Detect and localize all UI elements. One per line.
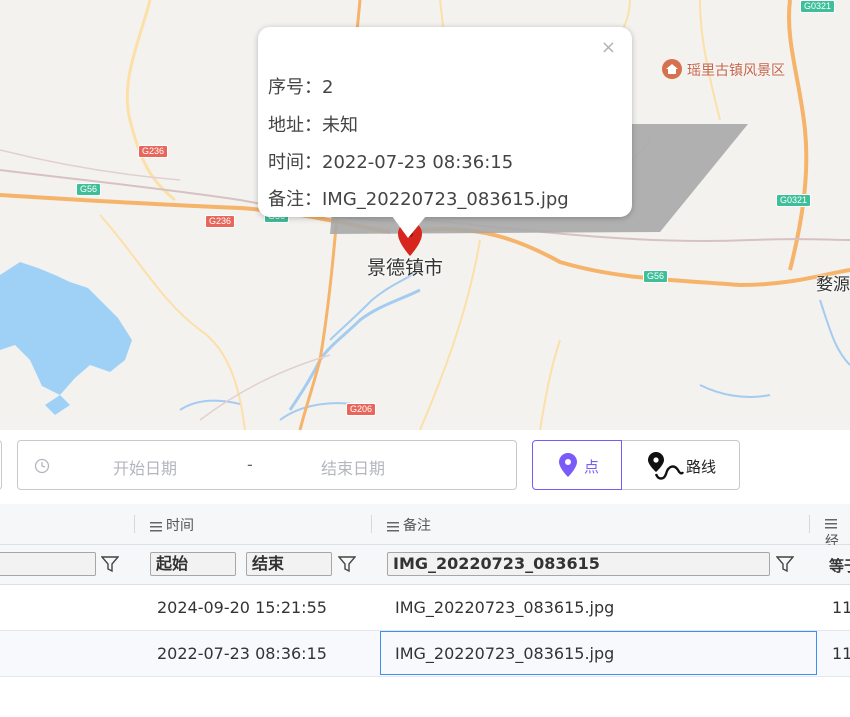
cell-time[interactable]: 2024-09-20 15:21:55	[157, 598, 327, 617]
column-divider[interactable]	[134, 515, 135, 533]
filter-row: 起始 结束 IMG_20220723_083615 等于	[0, 545, 850, 585]
left-filter-stub[interactable]	[0, 440, 2, 490]
toolbar: 开始日期 - 结束日期 点 路线	[0, 430, 850, 504]
poi-label[interactable]: 瑶里古镇风景区	[687, 60, 785, 80]
popup-remark: 备注：IMG_20220723_083615.jpg	[268, 189, 569, 210]
date-separator: -	[247, 455, 253, 474]
column-divider[interactable]	[809, 515, 810, 533]
map-view[interactable]: G236 G236 G56 G56 G56 G206 G0321 G0321 瑶…	[0, 0, 850, 430]
menu-icon[interactable]	[387, 521, 399, 532]
mode-route-label: 路线	[686, 458, 717, 476]
menu-icon[interactable]	[150, 521, 162, 532]
next-column-filter[interactable]: 等于	[829, 555, 850, 576]
column-header-remark[interactable]: 备注	[387, 515, 431, 535]
road-shield-g236: G236	[138, 145, 169, 158]
table-row-selected[interactable]: 2022-07-23 08:36:15 IMG_20220723_083615.…	[0, 631, 850, 677]
time-end-filter[interactable]: 结束	[246, 552, 332, 576]
info-popup: × 序号：2 地址：未知 时间：2022-07-23 08:36:15 备注：I…	[258, 27, 632, 217]
road-shield-g56: G56	[76, 183, 102, 196]
road-shield-g0321: G0321	[776, 194, 812, 207]
road-shield-g56: G56	[643, 270, 669, 283]
mode-route-button[interactable]: 路线	[621, 440, 740, 490]
table-row[interactable]: 2024-09-20 15:21:55 IMG_20220723_083615.…	[0, 585, 850, 631]
remark-filter[interactable]: IMG_20220723_083615	[387, 552, 770, 576]
cell-time[interactable]: 2022-07-23 08:36:15	[157, 644, 327, 663]
popup-index: 序号：2	[268, 77, 334, 98]
end-date-input[interactable]: 结束日期	[321, 455, 385, 479]
town-label: 婺源	[816, 275, 850, 295]
filter-icon[interactable]	[338, 555, 356, 573]
grid-header: 时间 备注 经	[0, 504, 850, 550]
close-icon[interactable]: ×	[601, 37, 616, 58]
scenic-spot-icon[interactable]	[662, 59, 682, 79]
mode-point-label: 点	[584, 458, 600, 476]
road-shield-g206: G206	[346, 403, 377, 416]
filter-input[interactable]	[0, 552, 96, 576]
time-start-filter[interactable]: 起始	[150, 552, 236, 576]
cell-remark[interactable]: IMG_20220723_083615.jpg	[395, 598, 614, 617]
filter-icon[interactable]	[776, 555, 794, 573]
cell-next[interactable]: 11	[832, 598, 850, 617]
route-icon	[648, 452, 684, 480]
popup-time: 时间：2022-07-23 08:36:15	[268, 152, 514, 173]
popup-address: 地址：未知	[268, 115, 358, 136]
filter-icon[interactable]	[101, 555, 119, 573]
start-date-input[interactable]: 开始日期	[113, 455, 177, 479]
cell-next[interactable]: 11	[832, 644, 850, 663]
cell-remark[interactable]: IMG_20220723_083615.jpg	[395, 644, 614, 663]
column-header-remark-label: 备注	[403, 518, 431, 534]
road-shield-g236: G236	[205, 215, 236, 228]
menu-icon[interactable]	[825, 518, 837, 529]
data-grid: 时间 备注 经 起始 结束 IMG_20220723_083615 等于	[0, 504, 850, 717]
column-header-time[interactable]: 时间	[150, 515, 194, 535]
road-shield-g0321: G0321	[800, 0, 836, 13]
column-divider[interactable]	[371, 515, 372, 533]
column-header-time-label: 时间	[166, 518, 194, 534]
mode-point-button[interactable]: 点	[532, 440, 622, 490]
clock-icon	[34, 458, 50, 474]
popup-tail	[392, 216, 426, 238]
date-range-picker[interactable]: 开始日期 - 结束日期	[17, 440, 517, 490]
location-pin-icon	[559, 453, 577, 477]
